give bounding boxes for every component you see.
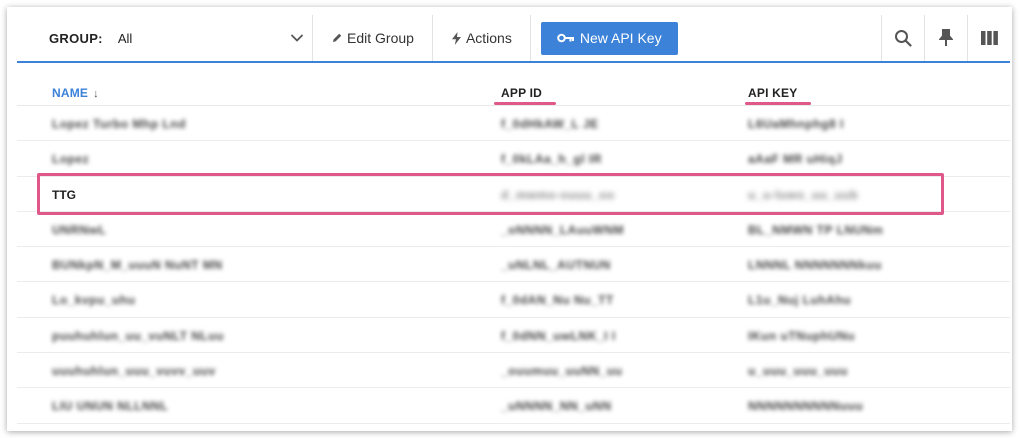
row-name: puuhuhlun_uu_vuNLT NLuu	[52, 328, 224, 343]
row-api-key: BL_NMWN TP LNUNm	[748, 222, 884, 237]
column-name-label: NAME	[52, 86, 89, 100]
row-api-key: LNNNL NNNNNNNkuu	[748, 258, 882, 273]
row-name: BUNkpN_M_uuuN NuNT MN	[52, 258, 223, 273]
table-row[interactable]: LIU UNUN NLLNNL _uNNNN_NN_uNN NNNNNNNNNN…	[17, 388, 1010, 424]
group-value: All	[117, 30, 133, 46]
column-header-name[interactable]: NAME ↓	[52, 86, 99, 100]
columns-icon	[980, 31, 998, 45]
row-api-key: u_uuu_uuu_uuu	[748, 364, 848, 379]
row-api-key: L1u_Nuj LuhAhu	[748, 293, 851, 308]
row-name: UNRNwL	[52, 222, 107, 237]
app-id-annotation-underline	[494, 102, 556, 105]
column-api-key-label: API KEY	[748, 86, 798, 100]
row-app-id: d_mwmo-ouuu_oo	[501, 187, 615, 202]
new-api-key-wrap: New API Key	[531, 15, 678, 61]
column-header-app-id[interactable]: APP ID	[501, 86, 542, 100]
table-row[interactable]: puuhuhlun_uu_vuNLT NLuu f_0dNN_uwLNK_I I…	[17, 318, 1010, 354]
group-select[interactable]: GROUP: All	[17, 15, 313, 61]
chevron-down-icon	[291, 34, 303, 42]
row-app-id: f_0dNN_uwLNK_I I	[501, 328, 616, 343]
row-app-id: _ouumuu_uuNN_uu	[501, 364, 623, 379]
row-app-id: f_0kLAa_h_gl IR	[501, 152, 602, 167]
pin-icon	[939, 29, 953, 46]
row-api-key: IKun uTNuphUNu	[748, 328, 855, 343]
row-api-key: NNNNNNNNNNuuu	[748, 399, 864, 414]
lightning-icon	[451, 31, 461, 45]
row-name: Lopez	[52, 152, 90, 167]
row-app-id: _oNNNN_LAuuWNM	[501, 222, 624, 237]
row-app-id: f_0dAN_Nu Nu_TT	[501, 293, 614, 308]
actions-button[interactable]: Actions	[433, 15, 531, 61]
pencil-icon	[333, 33, 342, 42]
row-name: uuuhuhlun_uuu_vuvv_uuv	[52, 364, 216, 379]
api-key-annotation-underline	[745, 102, 811, 105]
columns-button[interactable]	[967, 15, 1010, 61]
new-api-key-button[interactable]: New API Key	[540, 21, 678, 55]
edit-group-label: Edit Group	[347, 30, 414, 46]
row-name: Lo_kvpu_uhu	[52, 293, 136, 308]
row-app-id: _uNNNN_NN_uNN	[501, 399, 612, 414]
new-api-key-label: New API Key	[579, 30, 662, 46]
search-button[interactable]	[881, 15, 924, 61]
api-keys-table: NAME ↓ APP ID API KEY Lopez Turbo Mhp Lnd…	[17, 72, 1010, 424]
row-name: Lopez Turbo Mhp Lnd	[52, 117, 186, 131]
table-row[interactable]: Lopez f_0kLAa_h_gl IR aAaF MR uHiqJ	[17, 141, 1010, 177]
pin-button[interactable]	[924, 15, 967, 61]
table-row[interactable]: Lo_kvpu_uhu f_0dAN_Nu Nu_TT L1u_Nuj LuhA…	[17, 282, 1010, 318]
sort-arrow-icon: ↓	[93, 88, 99, 100]
search-icon	[895, 30, 912, 47]
table-row[interactable]: BUNkpN_M_uuuN NuNT MN _uNLNL_AUTNUN LNNN…	[17, 247, 1010, 283]
edit-group-button[interactable]: Edit Group	[313, 15, 433, 61]
row-api-key: L6UaMhnphg8 I	[748, 117, 844, 131]
row-api-key: aAaF MR uHiqJ	[748, 152, 843, 167]
column-header-api-key[interactable]: API KEY	[748, 86, 797, 100]
app-window: GROUP: All Edit Group Actions New API Ke…	[7, 7, 1012, 431]
table-row-ttg[interactable]: TTG d_mwmo-ouuu_oo u_u-luwo_uu_uub	[17, 177, 1010, 212]
row-api-key: u_u-luwo_uu_uub	[748, 187, 859, 202]
table-row[interactable]: Lopez Turbo Mhp Lnd f_0dHkAW_L JE L6UaMh…	[17, 106, 1010, 142]
row-app-id: _uNLNL_AUTNUN	[501, 258, 611, 273]
column-app-id-label: APP ID	[501, 86, 542, 100]
row-app-id: f_0dHkAW_L JE	[501, 117, 599, 131]
table-header: NAME ↓ APP ID API KEY	[17, 72, 1010, 106]
toolbar-right	[881, 15, 1010, 61]
row-name: LIU UNUN NLLNNL	[52, 399, 169, 414]
table-row[interactable]: UNRNwL _oNNNN_LAuuWNM BL_NMWN TP LNUNm	[17, 212, 1010, 248]
group-label: GROUP:	[49, 30, 103, 46]
table-row[interactable]: uuuhuhlun_uuu_vuvv_uuv _ouumuu_uuNN_uu u…	[17, 353, 1010, 389]
toolbar: GROUP: All Edit Group Actions New API Ke…	[17, 15, 1010, 63]
actions-label: Actions	[465, 30, 512, 46]
row-name: TTG	[52, 187, 76, 202]
key-icon	[557, 33, 574, 43]
